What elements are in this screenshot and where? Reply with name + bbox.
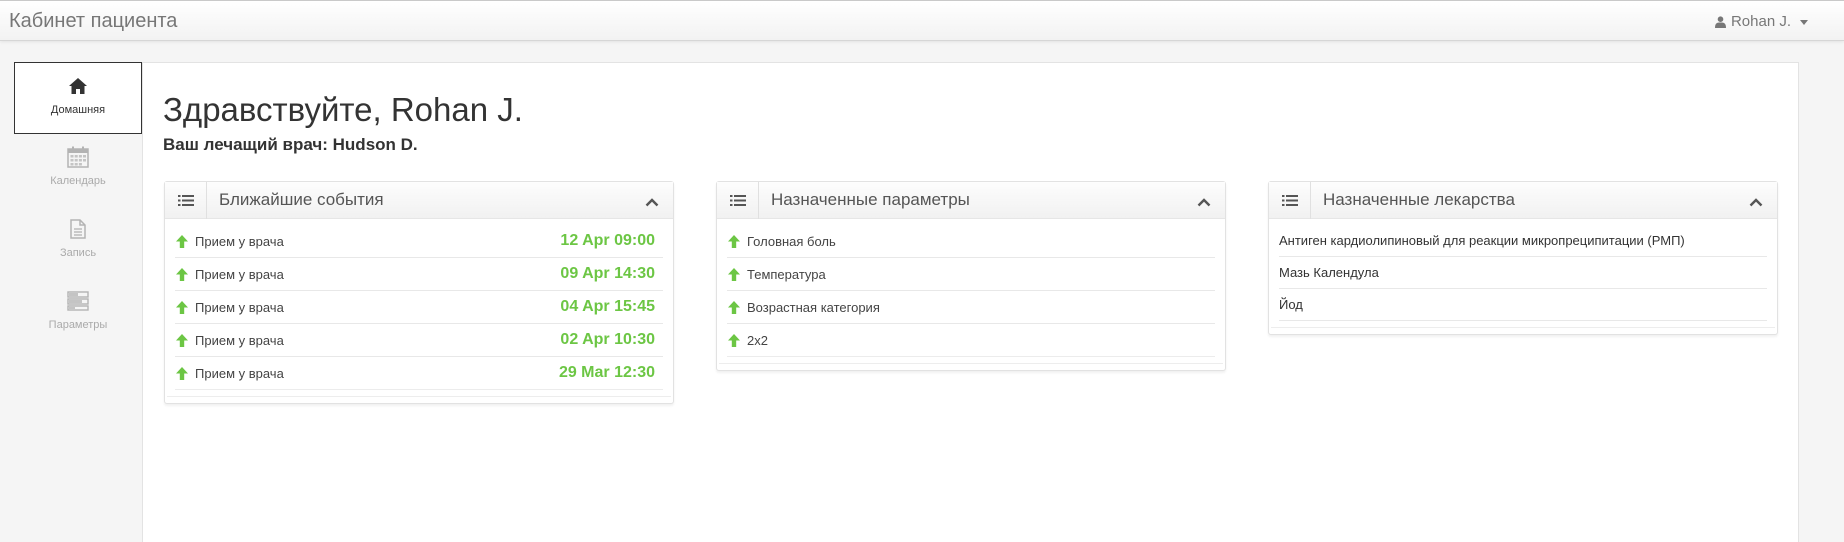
widget-title: Ближайшие события — [219, 190, 384, 209]
list-item[interactable]: Прием у врача 04 Apr 15:45 — [175, 291, 663, 324]
parameter-label: Возрастная категория — [747, 299, 880, 315]
parameters-widget: Назначенные параметры Головная боль Темп… — [716, 181, 1226, 371]
main-content: Здравствуйте, Rohan J. Ваш лечащий врач:… — [142, 62, 1799, 542]
list-item[interactable]: Головная боль — [727, 225, 1215, 258]
arrow-up-icon — [176, 333, 188, 347]
list-icon — [717, 181, 759, 219]
user-icon — [1714, 15, 1726, 28]
user-name: Rohan J. — [1730, 13, 1791, 30]
event-time: 29 Mar 12:30 — [558, 364, 655, 381]
user-menu[interactable]: Rohan J. — [1714, 13, 1808, 30]
event-label: Прием у врача — [195, 332, 284, 348]
list-item[interactable]: Возрастная категория — [727, 291, 1215, 324]
list-item[interactable]: Прием у врача 29 Mar 12:30 — [175, 357, 663, 390]
events-widget: Ближайшие события Прием у врача 12 Apr 0… — [164, 181, 674, 404]
widget-body: Головная боль Температура Возрастная кат… — [717, 219, 1225, 363]
arrow-up-icon — [176, 267, 188, 281]
event-label: Прием у врача — [195, 365, 284, 381]
sidebar-item-label: Параметры — [48, 319, 108, 331]
event-time: 12 Apr 09:00 — [560, 232, 655, 249]
event-label: Прием у врача — [195, 266, 284, 282]
chevron-up-icon[interactable] — [1197, 194, 1211, 212]
arrow-up-icon — [728, 300, 740, 314]
medicine-label: Антиген кардиолипиновый для реакции микр… — [1279, 233, 1685, 248]
document-icon — [70, 217, 86, 241]
sidebar-item-label: Домашняя — [50, 104, 106, 116]
parameter-label: Температура — [747, 266, 826, 282]
parameter-label: Головная боль — [747, 233, 836, 249]
parameter-label: 2x2 — [747, 332, 768, 348]
list-item[interactable]: Температура — [727, 258, 1215, 291]
medicine-label: Йод — [1279, 297, 1303, 312]
home-icon — [68, 74, 88, 98]
widget-header: Назначенные лекарства — [1269, 181, 1777, 219]
page-title: Здравствуйте, Rohan J. — [163, 91, 523, 128]
arrow-up-icon — [176, 300, 188, 314]
widget-title: Назначенные параметры — [771, 190, 970, 209]
widget-footer — [1271, 327, 1775, 334]
sidebar-item-label: Календарь — [50, 175, 106, 187]
app-title[interactable]: Кабинет пациента — [9, 10, 177, 33]
doctor-info: Ваш лечащий врач: Hudson D. — [163, 135, 418, 154]
list-item[interactable]: Йод — [1279, 289, 1767, 321]
widget-footer — [167, 396, 671, 403]
list-item[interactable]: Мазь Календула — [1279, 257, 1767, 289]
widget-body: Прием у врача 12 Apr 09:00 Прием у врача… — [165, 219, 673, 396]
chevron-up-icon[interactable] — [645, 194, 659, 212]
event-label: Прием у врача — [195, 233, 284, 249]
medicines-widget: Назначенные лекарства Антиген кардиолипи… — [1268, 181, 1778, 335]
arrow-up-icon — [728, 234, 740, 248]
arrow-up-icon — [176, 234, 188, 248]
widget-body: Антиген кардиолипиновый для реакции микр… — [1269, 219, 1777, 327]
sidebar-item-calendar[interactable]: Календарь — [14, 134, 142, 206]
arrow-up-icon — [728, 333, 740, 347]
event-time: 09 Apr 14:30 — [560, 265, 655, 282]
medicine-label: Мазь Календула — [1279, 265, 1379, 280]
caret-down-icon — [1800, 20, 1808, 25]
list-item[interactable]: 2x2 — [727, 324, 1215, 357]
parameters-icon — [67, 289, 89, 313]
sidebar-item-home[interactable]: Домашняя — [14, 62, 142, 134]
list-item[interactable]: Прием у врача 12 Apr 09:00 — [175, 225, 663, 258]
list-item[interactable]: Прием у врача 02 Apr 10:30 — [175, 324, 663, 357]
list-item[interactable]: Прием у врача 09 Apr 14:30 — [175, 258, 663, 291]
event-label: Прием у врача — [195, 299, 284, 315]
sidebar: Домашняя Календарь Запись Параметры — [14, 62, 142, 530]
widget-header: Назначенные параметры — [717, 181, 1225, 219]
sidebar-item-record[interactable]: Запись — [14, 206, 142, 278]
chevron-up-icon[interactable] — [1749, 194, 1763, 212]
widget-title: Назначенные лекарства — [1323, 190, 1515, 209]
sidebar-item-parameters[interactable]: Параметры — [14, 278, 142, 350]
widget-header: Ближайшие события — [165, 181, 673, 219]
event-time: 04 Apr 15:45 — [560, 298, 655, 315]
list-item[interactable]: Антиген кардиолипиновый для реакции микр… — [1279, 225, 1767, 257]
arrow-up-icon — [176, 366, 188, 380]
widget-footer — [719, 363, 1223, 370]
top-navbar: Кабинет пациента Rohan J. — [0, 0, 1844, 41]
event-time: 02 Apr 10:30 — [560, 331, 655, 348]
list-icon — [165, 181, 207, 219]
arrow-up-icon — [728, 267, 740, 281]
list-icon — [1269, 181, 1311, 219]
calendar-icon — [67, 145, 89, 169]
sidebar-item-label: Запись — [59, 247, 97, 259]
